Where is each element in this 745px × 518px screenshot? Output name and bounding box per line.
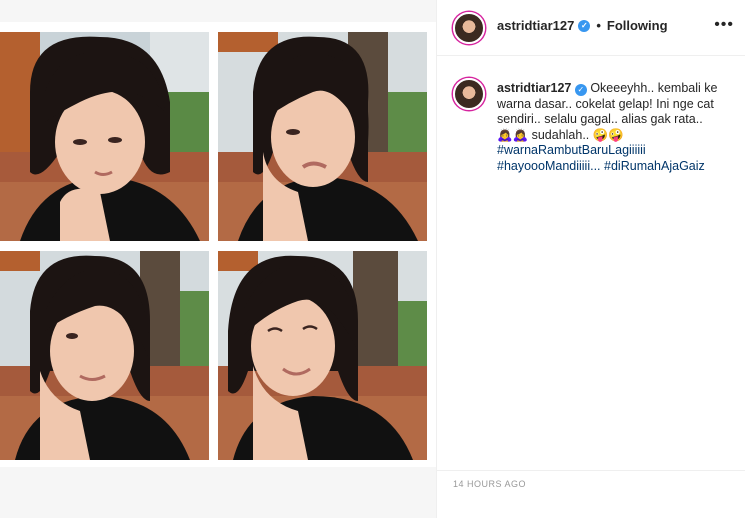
collage-photo-4 bbox=[218, 251, 427, 460]
timestamp[interactable]: 14 hours ago bbox=[453, 479, 526, 489]
collage-photo-1 bbox=[0, 32, 209, 241]
collage-photo-2 bbox=[218, 32, 427, 241]
post-media[interactable] bbox=[0, 0, 436, 518]
separator: • bbox=[596, 18, 601, 33]
collage-photo-3 bbox=[0, 251, 209, 460]
caption-username[interactable]: astridtiar127 bbox=[497, 81, 571, 95]
post-header: astridtiar127 ✓ • Following ••• bbox=[437, 0, 745, 56]
more-options-icon[interactable]: ••• bbox=[714, 16, 734, 34]
caption-avatar[interactable] bbox=[453, 78, 485, 110]
photo-collage bbox=[0, 22, 436, 467]
caption-body: astridtiar127 ✓ Okeeeyhh.. kembali ke wa… bbox=[497, 81, 733, 174]
hashtag-link[interactable]: #hayoooMandiiiii... bbox=[497, 159, 601, 173]
verified-badge-icon: ✓ bbox=[578, 19, 591, 32]
caption-text-2: 🙇‍♀️🙇‍♀️ sudahlah.. 🤪🤪 bbox=[497, 127, 624, 142]
hashtag-link[interactable]: #warnaRambutBaruLagiiiiii bbox=[497, 143, 646, 157]
post-panel: astridtiar127 ✓ • Following ••• astridti… bbox=[436, 0, 745, 518]
caption-verified-icon: ✓ bbox=[574, 84, 587, 96]
following-button[interactable]: Following bbox=[607, 18, 668, 33]
header-user: astridtiar127 ✓ • Following bbox=[497, 18, 668, 33]
username-link[interactable]: astridtiar127 bbox=[497, 18, 574, 33]
avatar[interactable] bbox=[453, 12, 485, 44]
post-footer: 14 hours ago bbox=[437, 470, 745, 518]
hashtag-link[interactable]: #diRumahAjaGaiz bbox=[604, 159, 705, 173]
